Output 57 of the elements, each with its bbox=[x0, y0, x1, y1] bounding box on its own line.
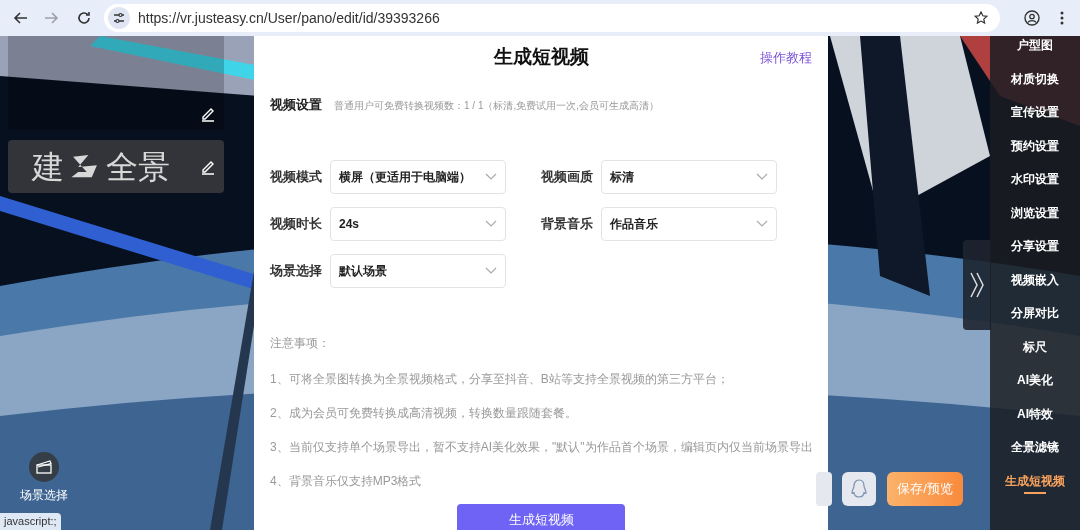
thumbnail-card[interactable] bbox=[8, 36, 224, 130]
reload-icon[interactable] bbox=[76, 10, 92, 26]
menu-item[interactable]: 视频嵌入 bbox=[1011, 270, 1059, 289]
menu-item[interactable]: 全景滤镜 bbox=[1011, 438, 1059, 456]
logo-text: 全景 bbox=[106, 150, 170, 183]
note-text: 1、可将全景图转换为全景视频格式，分享至抖音、B站等支持全景视频的第三方平台； bbox=[270, 370, 730, 388]
menu-item[interactable]: 户型图 bbox=[1017, 36, 1053, 54]
menu-item[interactable]: AI美化 bbox=[1017, 371, 1053, 389]
chevron-down-icon bbox=[485, 219, 497, 228]
notes-title: 注意事项： bbox=[270, 334, 331, 352]
scene-select-label[interactable]: 场景选择 bbox=[20, 486, 68, 504]
menu-icon[interactable] bbox=[1060, 10, 1064, 26]
field-label: 背景音乐 bbox=[541, 214, 594, 233]
bookmark-star-icon[interactable] bbox=[974, 11, 988, 25]
chevron-down-icon bbox=[756, 172, 768, 181]
chevron-down-icon bbox=[485, 266, 497, 275]
select-field[interactable]: 默认场景 bbox=[330, 253, 506, 288]
generate-button[interactable]: 生成短视频 bbox=[457, 504, 625, 530]
double-chevron-icon bbox=[969, 271, 985, 299]
menu-item[interactable]: 宣传设置 bbox=[1011, 103, 1059, 121]
note-text: 3、当前仅支持单个场景导出，暂不支持AI美化效果，"默认"为作品首个场景，编辑页内仅当前场景导出 bbox=[270, 438, 812, 456]
select-field[interactable]: 横屏（更适用于电脑端） bbox=[330, 159, 506, 194]
select-field[interactable]: 24s bbox=[330, 206, 506, 241]
menu-item[interactable]: AI特效 bbox=[1017, 404, 1053, 423]
note-text: 4、背景音乐仅支持MP3格式 bbox=[270, 472, 423, 490]
select-field[interactable]: 作品音乐 bbox=[601, 206, 777, 241]
edit-icon[interactable] bbox=[200, 106, 216, 122]
menu-item[interactable]: 水印设置 bbox=[1011, 170, 1059, 188]
field-label: 视频画质 bbox=[541, 167, 594, 186]
logo-text: 建 bbox=[32, 150, 64, 183]
menu-item[interactable]: 材质切换 bbox=[1011, 69, 1059, 88]
menu-item[interactable]: 生成短视频 bbox=[1005, 471, 1065, 490]
back-icon[interactable] bbox=[12, 10, 28, 26]
status-text: javascript:; bbox=[0, 513, 61, 530]
expand-tab[interactable] bbox=[963, 240, 991, 330]
url-text: https://vr.justeasy.cn/User/pano/edit/id/39393266 bbox=[138, 8, 440, 28]
site-info-icon[interactable] bbox=[108, 7, 130, 29]
field-label: 视频模式 bbox=[270, 167, 323, 186]
active-underline bbox=[1024, 491, 1046, 494]
chevron-down-icon bbox=[485, 172, 497, 181]
menu-item[interactable]: 分享设置 bbox=[1011, 237, 1059, 255]
chevron-down-icon bbox=[756, 219, 768, 228]
tutorial-link[interactable]: 操作教程 bbox=[760, 48, 812, 68]
menu-item[interactable]: 预约设置 bbox=[1011, 136, 1059, 155]
select-field[interactable]: 标清 bbox=[601, 159, 777, 194]
section-label: 视频设置 bbox=[270, 96, 322, 114]
address-bar[interactable]: https://vr.justeasy.cn/User/pano/edit/id/39393266 bbox=[104, 4, 1000, 32]
profile-icon[interactable] bbox=[1024, 10, 1040, 26]
penguin-icon bbox=[851, 479, 867, 499]
dialog-title: 生成短视频 bbox=[493, 44, 589, 69]
menu-item[interactable]: 标尺 bbox=[1023, 337, 1047, 356]
note-text: 2、成为会员可免费转换成高清视频，转换数量跟随套餐。 bbox=[270, 404, 578, 422]
field-label: 视频时长 bbox=[270, 214, 323, 233]
qq-button[interactable] bbox=[842, 472, 876, 506]
field-label: 场景选择 bbox=[270, 261, 323, 280]
menu-item[interactable]: 分屏对比 bbox=[1011, 304, 1059, 322]
menu-item[interactable]: 浏览设置 bbox=[1011, 203, 1059, 222]
